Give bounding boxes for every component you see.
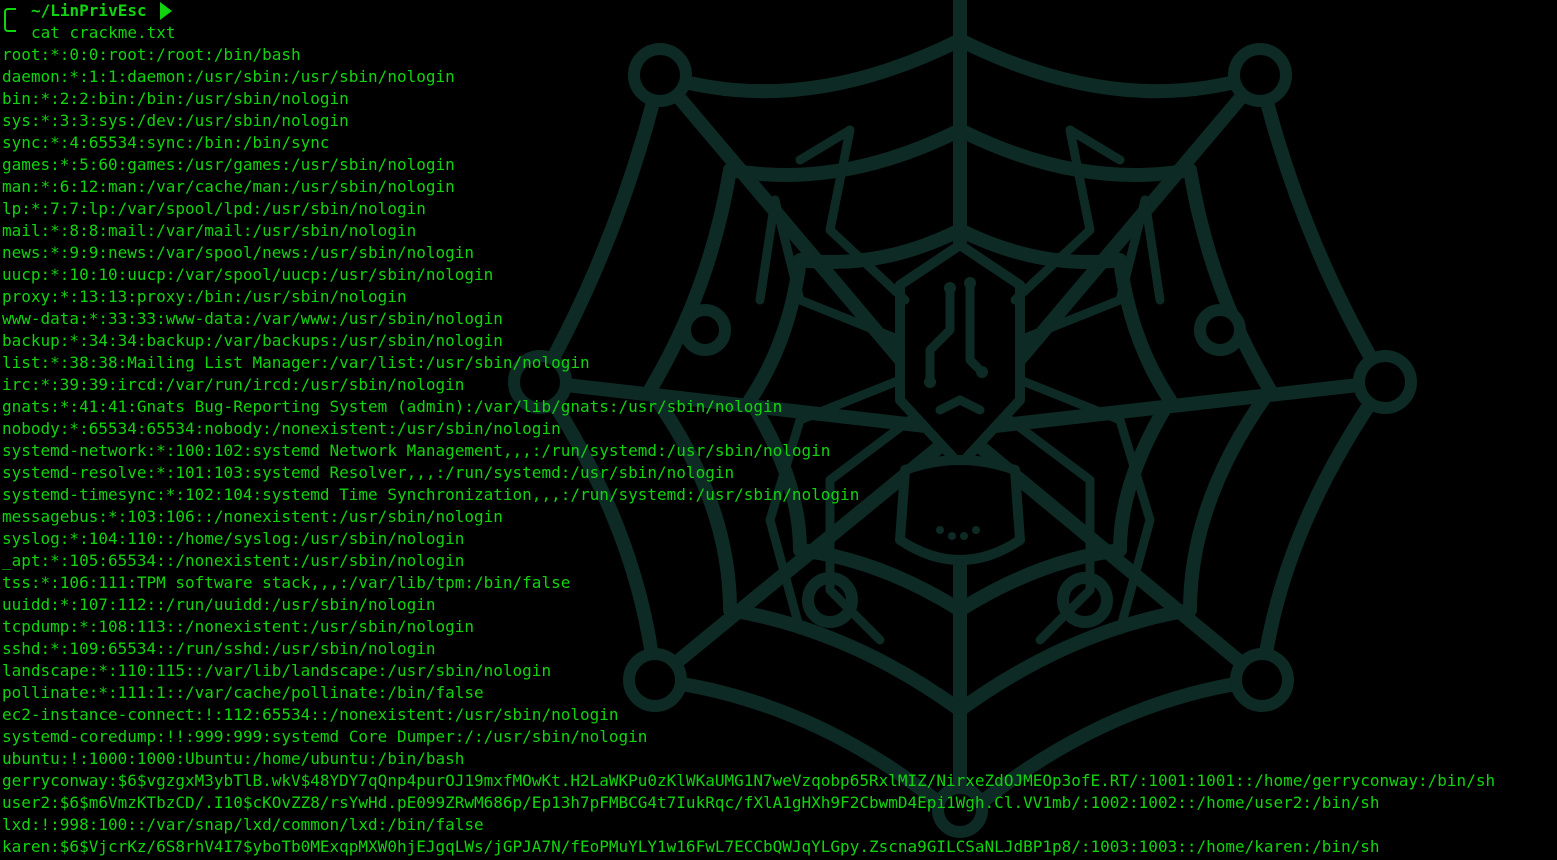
output-line: systemd-resolve:*:101:103:systemd Resolv… [2, 463, 735, 482]
output-line: bin:*:2:2:bin:/bin:/usr/sbin/nologin [2, 89, 349, 108]
output-line: nobody:*:65534:65534:nobody:/nonexistent… [2, 419, 561, 438]
output-line: messagebus:*:103:106::/nonexistent:/usr/… [2, 507, 503, 526]
prompt-arrow-icon [160, 2, 172, 20]
output-line: root:*:0:0:root:/root:/bin/bash [2, 45, 301, 64]
terminal-output-area[interactable]: ~/LinPrivEsc cat crackme.txt root:*:0:0:… [0, 0, 1557, 860]
output-line: games:*:5:60:games:/usr/games:/usr/sbin/… [2, 155, 455, 174]
output-line: systemd-timesync:*:102:104:systemd Time … [2, 485, 860, 504]
output-line: sync:*:4:65534:sync:/bin:/bin/sync [2, 133, 330, 152]
output-line: mail:*:8:8:mail:/var/mail:/usr/sbin/nolo… [2, 221, 417, 240]
output-line: systemd-coredump:!!:999:999:systemd Core… [2, 727, 648, 746]
output-line: ubuntu:!:1000:1000:Ubuntu:/home/ubuntu:/… [2, 749, 465, 768]
output-line: user2:$6$m6VmzKTbzCD/.I10$cKOvZZ8/rsYwHd… [2, 793, 1380, 812]
output-line: sshd:*:109:65534::/run/sshd:/usr/sbin/no… [2, 639, 436, 658]
output-line: lxd:!:998:100::/var/snap/lxd/common/lxd:… [2, 815, 484, 834]
output-line: ec2-instance-connect:!:112:65534::/nonex… [2, 705, 619, 724]
terminal-window[interactable]: ~/LinPrivEsc cat crackme.txt root:*:0:0:… [0, 0, 1557, 860]
command-input[interactable]: cat crackme.txt [31, 22, 176, 44]
output-line: list:*:38:38:Mailing List Manager:/var/l… [2, 353, 590, 372]
output-line: uuidd:*:107:112::/run/uuidd:/usr/sbin/no… [2, 595, 436, 614]
prompt-path: ~/LinPrivEsc [31, 1, 147, 20]
output-line: news:*:9:9:news:/var/spool/news:/usr/sbi… [2, 243, 475, 262]
output-line: tcpdump:*:108:113::/nonexistent:/usr/sbi… [2, 617, 475, 636]
output-line: www-data:*:33:33:www-data:/var/www:/usr/… [2, 309, 503, 328]
output-line: syslog:*:104:110::/home/syslog:/usr/sbin… [2, 529, 465, 548]
command-output: root:*:0:0:root:/root:/bin/bash daemon:*:… [2, 44, 1495, 858]
output-line: sys:*:3:3:sys:/dev:/usr/sbin/nologin [2, 111, 349, 130]
output-line: _apt:*:105:65534::/nonexistent:/usr/sbin… [2, 551, 465, 570]
output-line: pollinate:*:111:1::/var/cache/pollinate:… [2, 683, 484, 702]
output-line: man:*:6:12:man:/var/cache/man:/usr/sbin/… [2, 177, 455, 196]
output-line: gerryconway:$6$vgzgxM3ybTlB.wkV$48YDY7qQ… [2, 771, 1496, 790]
output-line: gnats:*:41:41:Gnats Bug-Reporting System… [2, 397, 783, 416]
output-line: landscape:*:110:115::/var/lib/landscape:… [2, 661, 552, 680]
output-line: backup:*:34:34:backup:/var/backups:/usr/… [2, 331, 503, 350]
output-line: uucp:*:10:10:uucp:/var/spool/uucp:/usr/s… [2, 265, 494, 284]
output-line: irc:*:39:39:ircd:/var/run/ircd:/usr/sbin… [2, 375, 465, 394]
prompt-bracket-icon [4, 8, 16, 32]
output-line: lp:*:7:7:lp:/var/spool/lpd:/usr/sbin/nol… [2, 199, 426, 218]
output-line: tss:*:106:111:TPM software stack,,,:/var… [2, 573, 571, 592]
output-line: proxy:*:13:13:proxy:/bin:/usr/sbin/nolog… [2, 287, 407, 306]
output-line: karen:$6$VjcrKz/6S8rhV4I7$yboTb0MExqpMXW… [2, 837, 1380, 856]
output-line: systemd-network:*:100:102:systemd Networ… [2, 441, 831, 460]
output-line: daemon:*:1:1:daemon:/usr/sbin:/usr/sbin/… [2, 67, 455, 86]
